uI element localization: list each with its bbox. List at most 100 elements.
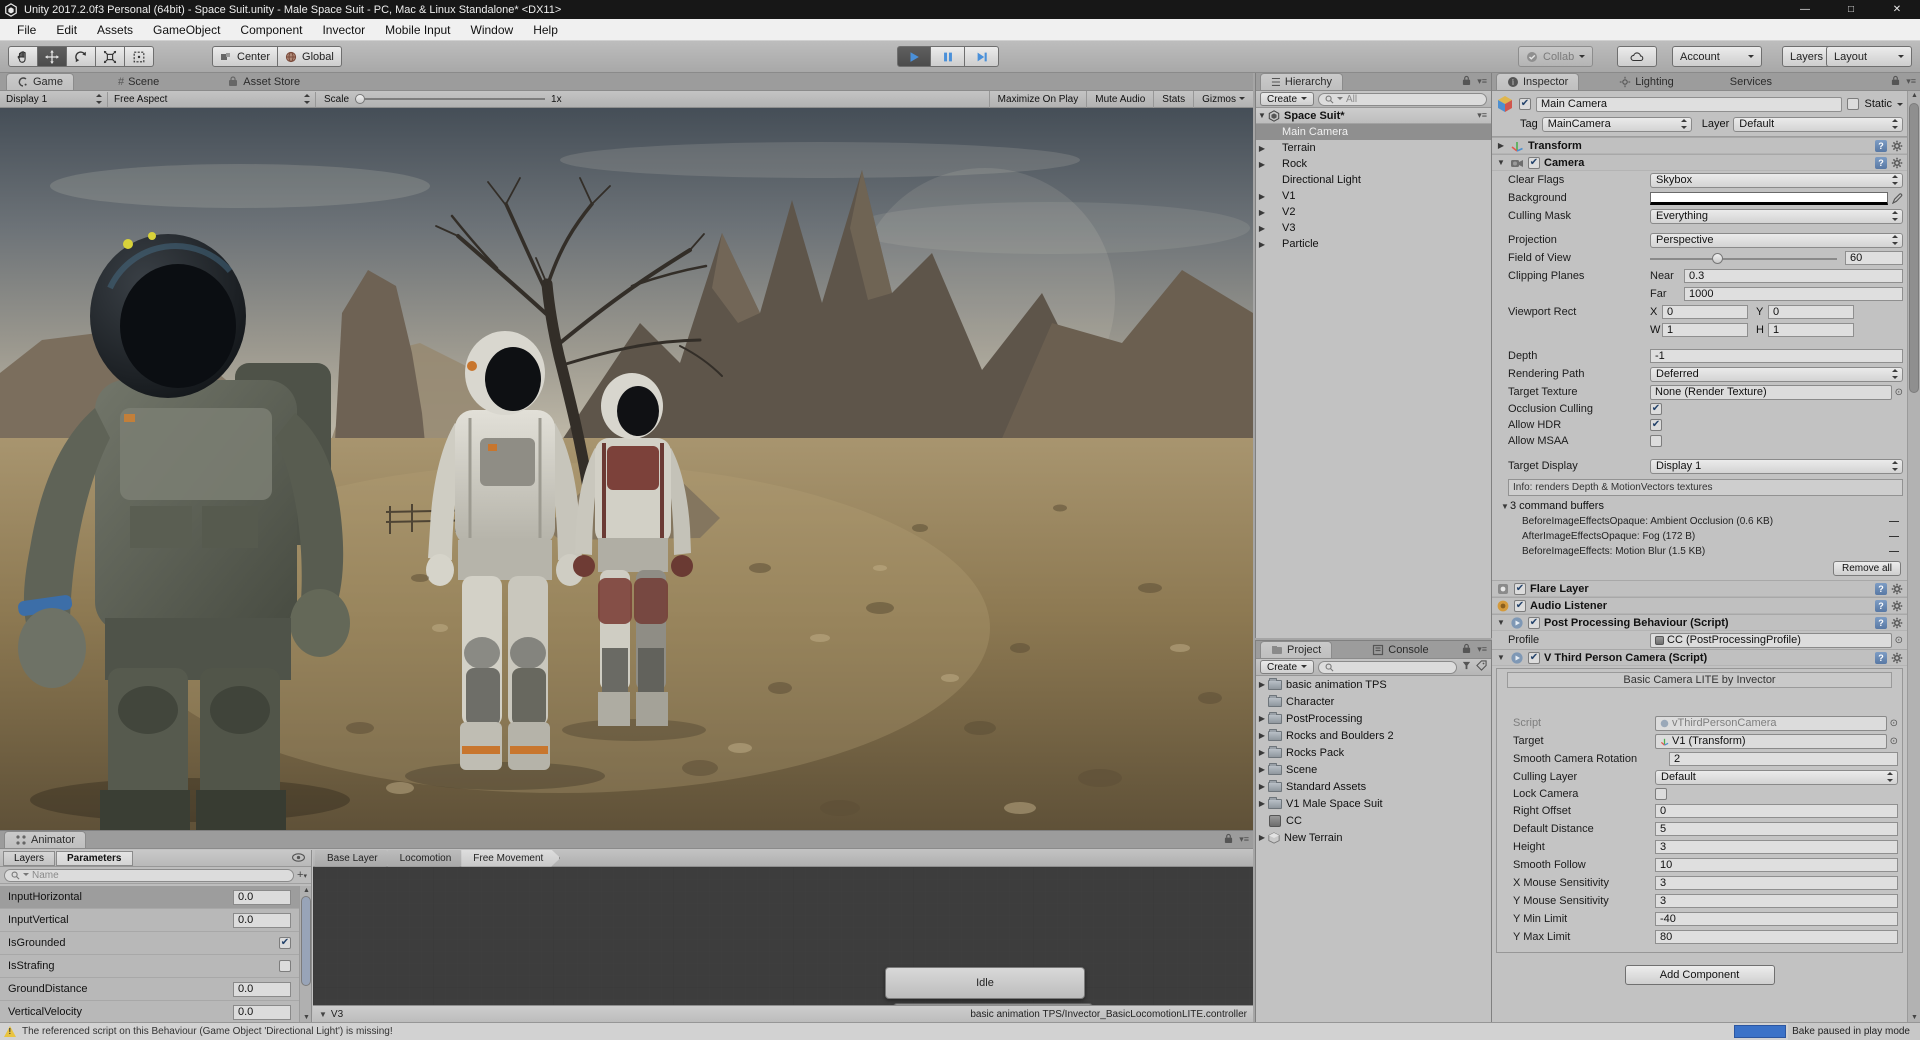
y-min-limit-field[interactable]: -40 bbox=[1655, 912, 1898, 926]
parameter-row[interactable]: IsStrafing bbox=[0, 955, 299, 978]
fold-arrow-icon[interactable]: ▶ bbox=[1256, 144, 1268, 153]
rendering-path-dropdown[interactable]: Deferred bbox=[1650, 366, 1903, 382]
hierarchy-item-main-camera[interactable]: Main Camera bbox=[1256, 124, 1491, 140]
maximize-button[interactable]: □ bbox=[1828, 0, 1874, 19]
tab-animator[interactable]: Animator bbox=[4, 831, 87, 848]
object-picker-icon[interactable]: ⊙ bbox=[1895, 635, 1903, 646]
hierarchy-item-v3[interactable]: ▶ V3 bbox=[1256, 220, 1491, 236]
project-item-rocks-and-boulders-2[interactable]: ▶ Rocks and Boulders 2 bbox=[1256, 727, 1491, 744]
depth-field[interactable]: -1 bbox=[1650, 349, 1903, 363]
display-select[interactable]: Display 1 bbox=[0, 91, 108, 107]
fold-arrow-icon[interactable]: ▶ bbox=[1256, 160, 1268, 169]
menu-gameobject[interactable]: GameObject bbox=[144, 21, 229, 39]
tag-dropdown[interactable]: MainCamera bbox=[1541, 116, 1692, 132]
status-bar[interactable]: The referenced script on this Behaviour … bbox=[0, 1022, 1920, 1040]
fold-arrow-icon[interactable]: ▶ bbox=[1496, 141, 1506, 150]
camera-enabled-checkbox[interactable]: ✔ bbox=[1528, 156, 1540, 169]
static-dropdown-caret[interactable] bbox=[1897, 102, 1903, 109]
help-book-icon[interactable]: ? bbox=[1875, 599, 1887, 612]
parameter-row[interactable]: InputVertical 0.0 bbox=[0, 909, 299, 932]
panel-menu-icon[interactable]: ▾≡ bbox=[1906, 76, 1916, 87]
move-tool-button[interactable] bbox=[38, 46, 67, 67]
hierarchy-create-button[interactable]: Create bbox=[1260, 92, 1315, 106]
fold-arrow-icon[interactable]: ▶ bbox=[1256, 192, 1268, 201]
panel-menu-icon[interactable]: ▾≡ bbox=[1477, 644, 1487, 655]
active-checkbox[interactable]: ✔ bbox=[1519, 98, 1531, 110]
fold-arrow-icon[interactable]: ▼ bbox=[1496, 653, 1506, 662]
fold-arrow-icon[interactable]: ▼ bbox=[1496, 158, 1506, 167]
play-button[interactable] bbox=[897, 46, 931, 67]
parameter-value-field[interactable]: 0.0 bbox=[233, 889, 291, 905]
gear-icon[interactable] bbox=[1891, 600, 1903, 612]
game-viewport[interactable] bbox=[0, 108, 1253, 830]
allow-hdr-checkbox[interactable]: ✔ bbox=[1650, 419, 1662, 431]
clear-flags-dropdown[interactable]: Skybox bbox=[1650, 172, 1903, 188]
fold-arrow-icon[interactable]: ▶ bbox=[1256, 782, 1268, 791]
gameobject-name-field[interactable]: Main Camera bbox=[1536, 96, 1843, 112]
search-by-label-icon[interactable] bbox=[1476, 660, 1487, 674]
gear-icon[interactable] bbox=[1891, 157, 1903, 169]
viewport-w-field[interactable]: 1 bbox=[1662, 323, 1748, 337]
project-item-cc[interactable]: CC bbox=[1256, 812, 1491, 829]
scale-slider[interactable] bbox=[355, 94, 546, 104]
fold-arrow-icon[interactable]: ▼ bbox=[1496, 618, 1506, 627]
pivot-center-button[interactable]: Center bbox=[212, 46, 279, 67]
object-picker-icon[interactable]: ⊙ bbox=[1890, 736, 1898, 747]
parameter-row[interactable]: VerticalVelocity 0.0 bbox=[0, 1001, 299, 1022]
scene-row[interactable]: ▼ Space Suit* ▾≡ bbox=[1256, 108, 1491, 124]
background-color-field[interactable] bbox=[1650, 191, 1903, 205]
culling-layer-dropdown[interactable]: Default bbox=[1655, 769, 1898, 785]
projection-dropdown[interactable]: Perspective bbox=[1650, 232, 1903, 248]
gear-icon[interactable] bbox=[1891, 617, 1903, 629]
help-book-icon[interactable]: ? bbox=[1875, 156, 1887, 169]
project-item-standard-assets[interactable]: ▶ Standard Assets bbox=[1256, 778, 1491, 795]
viewport-x-field[interactable]: 0 bbox=[1662, 305, 1748, 319]
object-picker-icon[interactable]: ⊙ bbox=[1890, 718, 1898, 729]
object-picker-icon[interactable]: ⊙ bbox=[1895, 387, 1903, 398]
parameter-checkbox[interactable]: ✔ bbox=[279, 937, 291, 949]
tab-asset-store[interactable]: Asset Store bbox=[217, 73, 310, 90]
eye-icon[interactable] bbox=[291, 853, 306, 865]
layer-dropdown[interactable]: Default bbox=[1733, 116, 1903, 132]
parameter-checkbox[interactable] bbox=[279, 960, 291, 972]
state-node-idle[interactable]: Idle bbox=[885, 967, 1085, 999]
remove-buffer-button[interactable]: — bbox=[1889, 516, 1899, 527]
target-object-field[interactable]: V1 (Transform) bbox=[1655, 733, 1887, 749]
culling-mask-dropdown[interactable]: Everything bbox=[1650, 208, 1903, 224]
add-component-button[interactable]: Add Component bbox=[1624, 965, 1775, 985]
near-field[interactable]: 0.3 bbox=[1684, 269, 1903, 283]
menu-help[interactable]: Help bbox=[524, 21, 567, 39]
fold-arrow-icon[interactable]: ▶ bbox=[1256, 731, 1268, 740]
rotate-tool-button[interactable] bbox=[67, 46, 96, 67]
x-mouse-sensitivity-field[interactable]: 3 bbox=[1655, 876, 1898, 890]
smooth-follow-field[interactable]: 10 bbox=[1655, 858, 1898, 872]
camera-component-header[interactable]: ▼ ✔ Camera ? bbox=[1492, 154, 1907, 171]
step-button[interactable] bbox=[965, 46, 999, 67]
project-item-basic-animation-tps[interactable]: ▶ basic animation TPS bbox=[1256, 676, 1491, 693]
menu-component[interactable]: Component bbox=[231, 21, 311, 39]
flare-layer-component-header[interactable]: ✔ Flare Layer ? bbox=[1492, 580, 1907, 597]
project-search-input[interactable] bbox=[1318, 660, 1457, 674]
fold-arrow-icon[interactable]: ▶ bbox=[1256, 224, 1268, 233]
menu-mobile-input[interactable]: Mobile Input bbox=[376, 21, 459, 39]
hierarchy-item-terrain[interactable]: ▶ Terrain bbox=[1256, 140, 1491, 156]
minimize-button[interactable]: — bbox=[1782, 0, 1828, 19]
lock-icon[interactable] bbox=[1462, 643, 1471, 656]
gizmos-dropdown[interactable]: Gizmos bbox=[1193, 90, 1253, 108]
rect-tool-button[interactable] bbox=[125, 46, 154, 67]
hierarchy-item-rock[interactable]: ▶ Rock bbox=[1256, 156, 1491, 172]
transform-component-header[interactable]: ▶ Transform ? bbox=[1492, 137, 1907, 154]
lock-icon[interactable] bbox=[1462, 75, 1471, 88]
audio-enabled-checkbox[interactable]: ✔ bbox=[1514, 599, 1526, 612]
viewport-h-field[interactable]: 1 bbox=[1768, 323, 1854, 337]
gear-icon[interactable] bbox=[1891, 583, 1903, 595]
mute-audio-button[interactable]: Mute Audio bbox=[1086, 90, 1153, 108]
help-book-icon[interactable]: ? bbox=[1875, 616, 1887, 629]
tab-game[interactable]: Game bbox=[6, 73, 74, 90]
fold-arrow-icon[interactable]: ▶ bbox=[1256, 208, 1268, 217]
project-create-button[interactable]: Create bbox=[1260, 660, 1315, 674]
fold-arrow-icon[interactable]: ▶ bbox=[1256, 799, 1268, 808]
help-book-icon[interactable]: ? bbox=[1875, 651, 1887, 664]
maximize-on-play-button[interactable]: Maximize On Play bbox=[988, 90, 1087, 108]
parameter-row[interactable]: IsGrounded ✔ bbox=[0, 932, 299, 955]
